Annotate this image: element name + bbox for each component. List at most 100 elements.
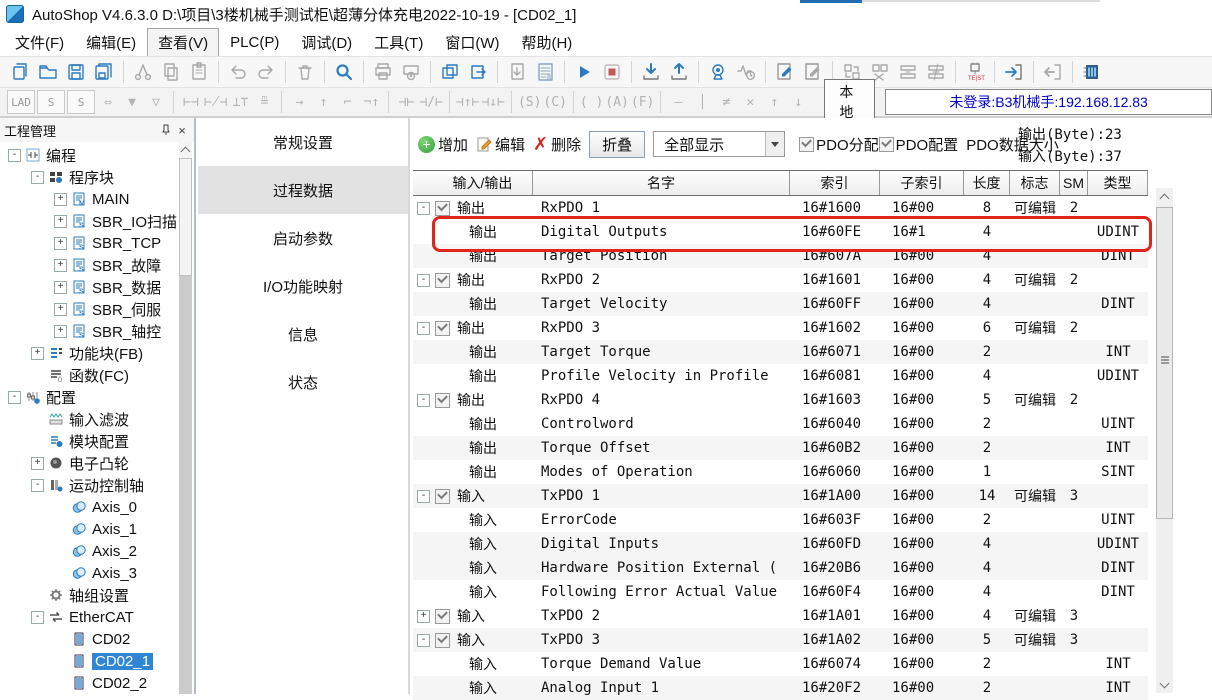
collapse-toggle[interactable]: - — [417, 274, 430, 287]
ladder-tool-10[interactable]: ≞ — [253, 91, 275, 113]
ladder-tool-1[interactable]: S — [37, 90, 65, 114]
tree-item--[interactable]: -编程 — [0, 144, 180, 166]
table-scrollbar[interactable] — [1156, 188, 1173, 693]
expand-toggle[interactable]: + — [54, 193, 67, 206]
search-icon[interactable] — [331, 59, 357, 85]
tree-item--[interactable]: +电子凸轮 — [0, 452, 180, 474]
tree-item-cd02-2[interactable]: CD02_2 — [0, 672, 180, 694]
collapse-toggle[interactable]: - — [31, 479, 44, 492]
ladder-tool-8[interactable]: ⊬⊣ — [204, 91, 227, 113]
paste-icon[interactable] — [186, 59, 212, 85]
table-row[interactable]: -输出RxPDO 216#160116#004可编辑2 — [413, 268, 1148, 292]
column-header-5[interactable]: 标志 — [1010, 171, 1060, 195]
scroll-up-arrow[interactable] — [179, 142, 192, 158]
download-plc-icon[interactable] — [638, 59, 664, 85]
table-row[interactable]: 输出Controlword16#604016#002UINT — [413, 412, 1148, 436]
ladder-tool-23[interactable]: (S) — [518, 91, 541, 113]
expand-toggle[interactable]: + — [31, 457, 44, 470]
upload-plc-icon[interactable] — [666, 59, 692, 85]
collapse-toggle[interactable]: - — [417, 202, 430, 215]
row-remove-icon[interactable] — [923, 59, 949, 85]
tree-item-cd02-1[interactable]: CD02_1 — [0, 650, 180, 672]
pdo-checkbox[interactable] — [435, 201, 450, 216]
pdo-config-checkbox[interactable]: PDO配置 — [879, 134, 959, 155]
tree-item-axis-0[interactable]: Axis_0 — [0, 496, 180, 518]
table-row[interactable]: 输入Hardware Position External (16#20B616#… — [413, 556, 1148, 580]
copy-icon[interactable] — [158, 59, 184, 85]
table-row[interactable]: -输入TxPDO 116#1A0016#0014可编辑3 — [413, 484, 1148, 508]
menu-item-7[interactable]: 帮助(H) — [510, 28, 583, 57]
tree-item-sbr-[interactable]: +SSBR_轴控 — [0, 320, 180, 342]
doc-list-icon[interactable] — [532, 59, 558, 85]
ladder-tool-13[interactable]: ↑ — [312, 91, 334, 113]
ladder-tool-35[interactable]: ↓ — [787, 91, 809, 113]
display-mode-select[interactable]: 全部显示 — [653, 131, 785, 157]
column-header-3[interactable]: 子索引 — [880, 171, 964, 195]
tab-2[interactable]: 启动参数 — [198, 214, 408, 262]
tree-item--[interactable]: -配置 — [0, 386, 180, 408]
table-row[interactable]: 输出Target Torque16#607116#002INT — [413, 340, 1148, 364]
table-row[interactable]: -输入TxPDO 316#1A0216#005可编辑3 — [413, 628, 1148, 652]
tree-item-main[interactable]: +MMAIN — [0, 188, 180, 210]
save-icon[interactable] — [63, 59, 89, 85]
menu-item-0[interactable]: 文件(F) — [4, 28, 75, 57]
memory-block-icon[interactable] — [1079, 59, 1105, 85]
scroll-down-arrow[interactable] — [1156, 676, 1173, 693]
run-icon[interactable] — [571, 59, 597, 85]
sidebar-scrollbar[interactable] — [179, 142, 192, 694]
ladder-tool-27[interactable]: (A) — [605, 91, 628, 113]
column-header-1[interactable]: 名字 — [533, 171, 790, 195]
window-cascade-icon[interactable] — [437, 59, 463, 85]
tree-item-sbr-tcp[interactable]: +SSBR_TCP — [0, 232, 180, 254]
tree-item--fc-[interactable]: ()函数(FC) — [0, 364, 180, 386]
pdo-checkbox[interactable] — [435, 609, 450, 624]
menu-item-4[interactable]: 调试(D) — [290, 28, 363, 57]
scroll-up-arrow[interactable] — [1156, 188, 1173, 205]
ladder-tool-9[interactable]: ⊥⊤ — [229, 91, 251, 113]
tab-0[interactable]: 常规设置 — [198, 118, 408, 166]
expand-toggle[interactable]: + — [54, 281, 67, 294]
tree-item--[interactable]: -程序块 — [0, 166, 180, 188]
undo-icon[interactable] — [225, 59, 251, 85]
table-row[interactable]: +输入TxPDO 216#1A0116#004可编辑3 — [413, 604, 1148, 628]
ladder-tool-0[interactable]: LAD — [7, 90, 35, 114]
window-export-icon[interactable] — [465, 59, 491, 85]
tab-1[interactable]: 过程数据 — [198, 166, 408, 214]
table-row[interactable]: 输入Analog Input 116#20F216#002INT — [413, 676, 1148, 700]
print-icon[interactable] — [370, 59, 396, 85]
column-header-0[interactable]: 输入/输出 — [433, 171, 533, 195]
menu-item-2[interactable]: 查看(V) — [147, 28, 219, 57]
tree-item--[interactable]: -运动控制轴 — [0, 474, 180, 496]
ladder-tool-17[interactable]: ⊣⊢ — [395, 91, 417, 113]
tree-item-axis-2[interactable]: Axis_2 — [0, 540, 180, 562]
pdo-checkbox[interactable] — [435, 489, 450, 504]
pin-icon[interactable] — [158, 122, 174, 138]
tree-item--[interactable]: 模块配置 — [0, 430, 180, 452]
table-row[interactable]: 输出Torque Offset16#60B216#002INT — [413, 436, 1148, 460]
pdo-checkbox[interactable] — [435, 321, 450, 336]
ladder-tool-3[interactable]: ⇔ — [97, 91, 119, 113]
ladder-tool-7[interactable]: ⊢⊣ — [180, 91, 202, 113]
column-header-7[interactable]: 类型 — [1088, 171, 1148, 195]
tree-item-ethercat[interactable]: -EtherCAT — [0, 606, 180, 628]
monitor-cam-icon[interactable] — [705, 59, 731, 85]
collapse-toggle[interactable]: - — [417, 322, 430, 335]
ladder-tool-21[interactable]: ⊣↓⊢ — [481, 91, 504, 113]
save-all-icon[interactable] — [91, 59, 117, 85]
ladder-tool-14[interactable]: ⌐ — [336, 91, 358, 113]
table-row[interactable]: 输出Target Position16#607A16#004DINT — [413, 244, 1148, 268]
expand-toggle[interactable]: + — [54, 215, 67, 228]
menu-item-5[interactable]: 工具(T) — [363, 28, 434, 57]
add-button[interactable]: + 增加 — [418, 134, 468, 155]
close-icon[interactable]: × — [174, 122, 190, 138]
pencil-doc-icon[interactable] — [772, 59, 798, 85]
collapse-toggle[interactable]: - — [8, 149, 21, 162]
doc-download-icon[interactable] — [504, 59, 530, 85]
cut-icon[interactable] — [130, 59, 156, 85]
table-row[interactable]: 输出Modes of Operation16#606016#001SINT — [413, 460, 1148, 484]
table-row[interactable]: -输出RxPDO 416#160316#005可编辑2 — [413, 388, 1148, 412]
tree-item--[interactable]: 轴组设置 — [0, 584, 180, 606]
dropdown-arrow-icon[interactable] — [765, 132, 784, 156]
tree-item-sbr-[interactable]: +SSBR_伺服 — [0, 298, 180, 320]
pdo-checkbox[interactable] — [435, 393, 450, 408]
